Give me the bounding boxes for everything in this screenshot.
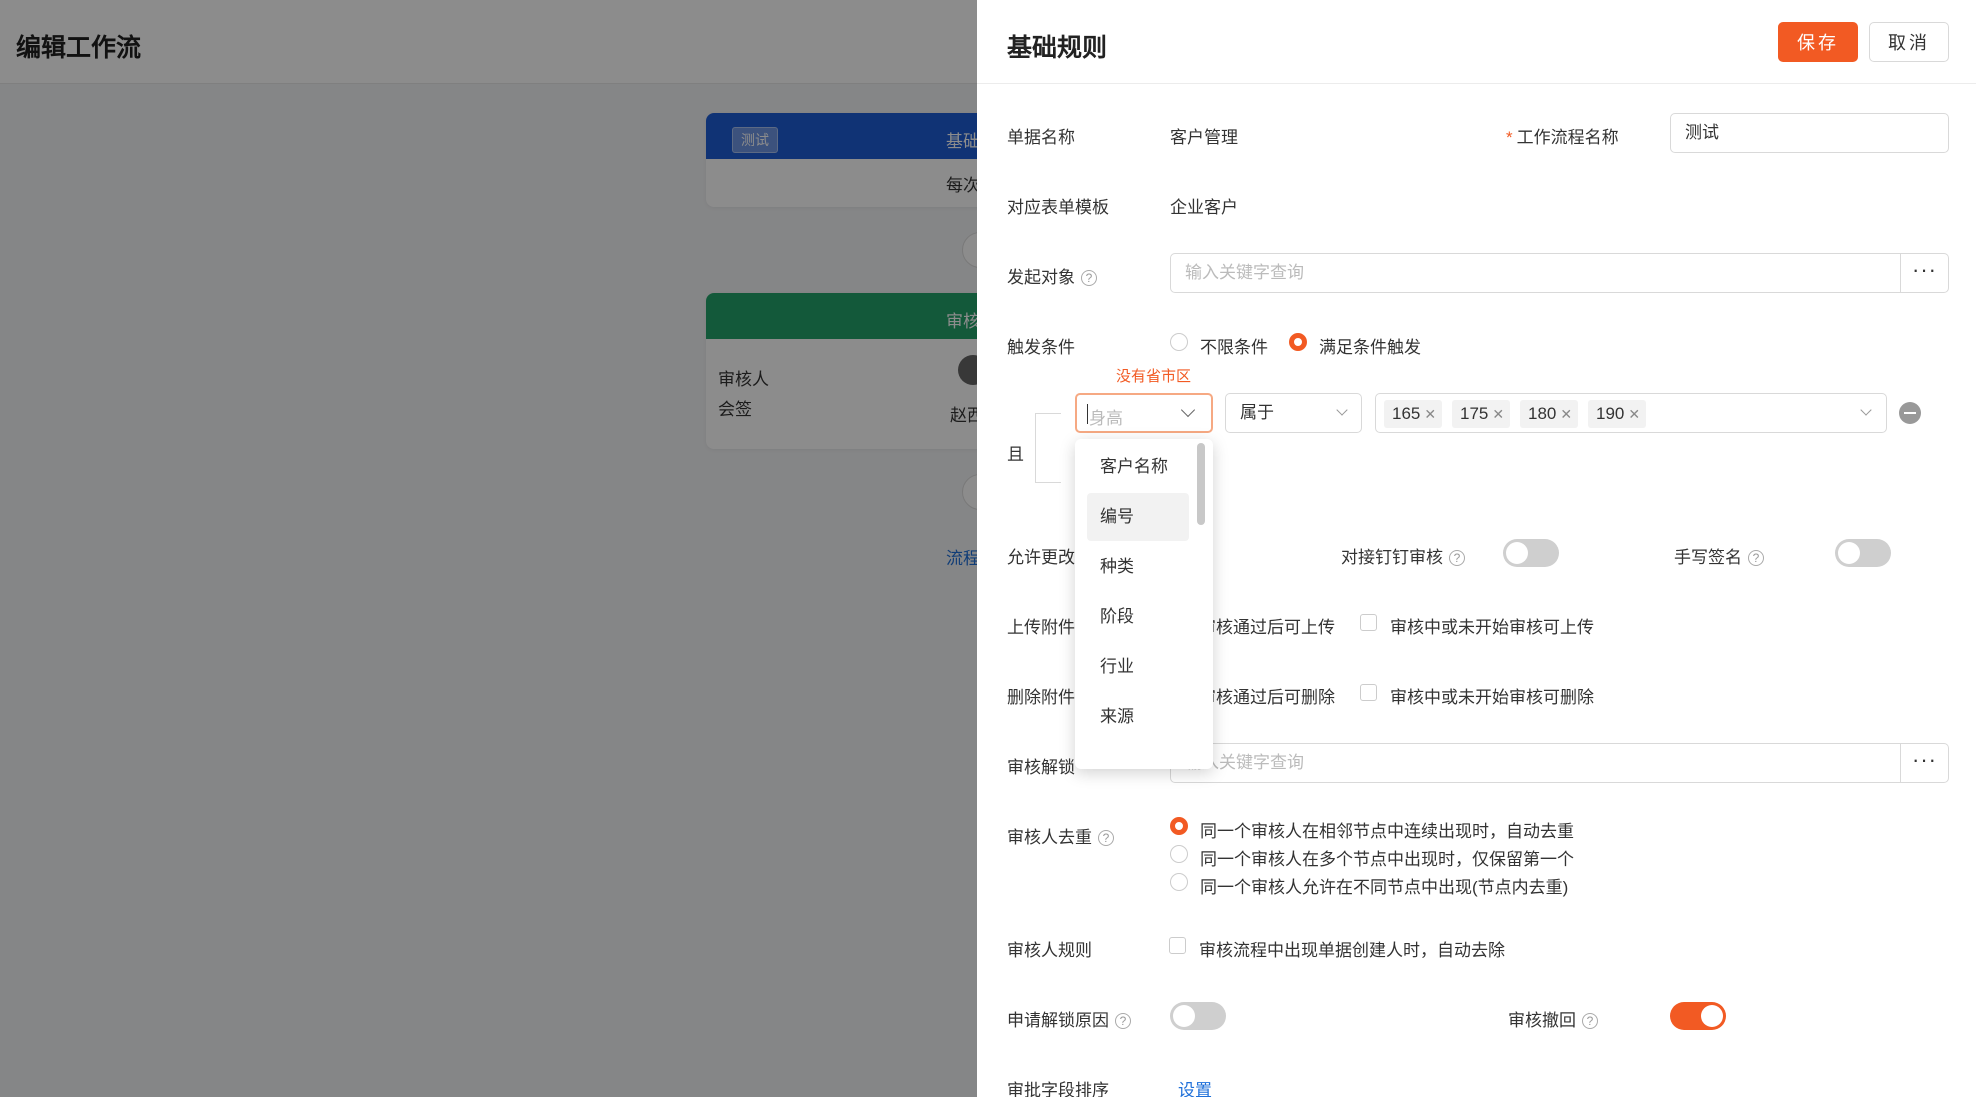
more-options-button[interactable]: ··· — [1901, 253, 1949, 293]
initiator-label: 发起对象? — [1007, 263, 1097, 288]
unlock-input[interactable]: 输入关键字查询 — [1170, 743, 1901, 783]
condition-error: 没有省市区 — [1116, 368, 1192, 385]
initiator-label-text: 发起对象 — [1007, 268, 1075, 287]
trigger-radio-conditional[interactable] — [1289, 333, 1307, 351]
sort-label: 审批字段排序 — [1007, 1081, 1109, 1097]
workflow-name-input[interactable]: 测试 — [1670, 113, 1949, 153]
rule-checkbox[interactable] — [1169, 937, 1186, 954]
workflow-name-label: * 工作流程名称 — [1506, 123, 1619, 148]
help-icon[interactable]: ? — [1449, 550, 1465, 566]
cancel-button[interactable]: 取消 — [1869, 22, 1949, 62]
unlock-reason-label: 申请解锁原因? — [1007, 1006, 1131, 1031]
field-dropdown: 客户名称 编号 种类 阶段 行业 来源 — [1075, 439, 1213, 769]
upload-label: 上传附件 — [1007, 618, 1075, 637]
value-tag[interactable]: 180 ✕ — [1520, 400, 1579, 428]
value-tag[interactable]: 190 ✕ — [1588, 400, 1647, 428]
dingtalk-label: 对接钉钉审核? — [1341, 543, 1465, 568]
dropdown-option[interactable]: 阶段 — [1087, 593, 1189, 641]
unlock-reason-toggle[interactable] — [1170, 1002, 1226, 1030]
handwrite-label-text: 手写签名 — [1674, 548, 1742, 567]
and-bracket — [1035, 413, 1061, 483]
sort-settings-link[interactable]: 设置 — [1178, 1076, 1212, 1097]
revoke-toggle[interactable] — [1670, 1002, 1726, 1030]
delete-option-label: 审核通过后可删除 — [1199, 688, 1335, 707]
text-cursor — [1087, 404, 1088, 424]
value-tag-text: 190 — [1596, 404, 1625, 423]
template-value: 企业客户 — [1170, 198, 1238, 217]
field-placeholder: 身高 — [1089, 409, 1123, 428]
dedupe-radio-adjacent[interactable] — [1170, 817, 1188, 835]
dedupe-radio-within-node[interactable] — [1170, 873, 1188, 891]
drawer-title: 基础规则 — [1007, 34, 1108, 62]
delete-during-review-checkbox[interactable] — [1360, 684, 1377, 701]
delete-option-label: 审核中或未开始审核可删除 — [1390, 688, 1594, 707]
dedupe-option-label: 同一个审核人在相邻节点中连续出现时，自动去重 — [1200, 822, 1574, 841]
save-button[interactable]: 保存 — [1778, 22, 1858, 62]
dingtalk-label-text: 对接钉钉审核 — [1341, 548, 1443, 567]
condition-field-select[interactable]: 身高 — [1075, 393, 1213, 433]
dingtalk-toggle[interactable] — [1503, 539, 1559, 567]
value-tag-text: 180 — [1528, 404, 1557, 423]
dropdown-option[interactable]: 编号 — [1087, 493, 1189, 541]
workflow-name-label-text: 工作流程名称 — [1516, 128, 1619, 147]
dropdown-option[interactable]: 来源 — [1087, 693, 1189, 741]
rule-label: 审核人规则 — [1007, 941, 1092, 960]
dropdown-scrollbar[interactable] — [1197, 443, 1205, 525]
upload-option-label: 审核中或未开始审核可上传 — [1390, 618, 1594, 637]
condition-values-select[interactable]: 165 ✕ 175 ✕ 180 ✕ 190 ✕ — [1375, 393, 1887, 433]
handwrite-toggle[interactable] — [1835, 539, 1891, 567]
form-name-label: 单据名称 — [1007, 128, 1075, 147]
help-icon[interactable]: ? — [1081, 270, 1097, 286]
value-tag[interactable]: 165 ✕ — [1384, 400, 1443, 428]
basic-rules-drawer: 基础规则 保存 取消 单据名称 客户管理 * 工作流程名称 测试 对应表单模板 企… — [977, 0, 1976, 1097]
upload-option-label: 审核通过后可上传 — [1199, 618, 1335, 637]
trigger-radio-unlimited[interactable] — [1170, 333, 1188, 351]
delete-label: 删除附件 — [1007, 688, 1075, 707]
unlock-reason-label-text: 申请解锁原因 — [1007, 1011, 1109, 1030]
allow-change-label: 允许更改 — [1007, 548, 1075, 567]
value-tag[interactable]: 175 ✕ — [1452, 400, 1511, 428]
and-label: 且 — [1007, 445, 1024, 464]
condition-operator-select[interactable]: 属于 — [1225, 393, 1362, 433]
close-icon[interactable]: ✕ — [1424, 406, 1436, 422]
trigger-option-label: 满足条件触发 — [1319, 338, 1421, 357]
dedupe-label: 审核人去重? — [1007, 823, 1114, 848]
template-label: 对应表单模板 — [1007, 198, 1109, 217]
required-mark: * — [1506, 128, 1513, 147]
revoke-label: 审核撤回? — [1508, 1006, 1598, 1031]
value-tag-text: 165 — [1392, 404, 1421, 423]
dedupe-option-label: 同一个审核人在多个节点中出现时，仅保留第一个 — [1200, 850, 1574, 869]
remove-condition-button[interactable] — [1899, 402, 1921, 424]
help-icon[interactable]: ? — [1115, 1013, 1131, 1029]
chevron-down-icon — [1336, 404, 1348, 416]
initiator-input[interactable]: 输入关键字查询 — [1170, 253, 1901, 293]
rule-option-label: 审核流程中出现单据创建人时，自动去除 — [1199, 941, 1505, 960]
unlock-label: 审核解锁 — [1007, 758, 1075, 777]
dropdown-option[interactable]: 行业 — [1087, 643, 1189, 691]
handwrite-label: 手写签名? — [1674, 543, 1764, 568]
upload-during-review-checkbox[interactable] — [1360, 614, 1377, 631]
chevron-down-icon — [1180, 402, 1196, 418]
close-icon[interactable]: ✕ — [1628, 406, 1640, 422]
dedupe-radio-first[interactable] — [1170, 845, 1188, 863]
dedupe-label-text: 审核人去重 — [1007, 828, 1092, 847]
form-name-value: 客户管理 — [1170, 128, 1238, 147]
dropdown-option[interactable]: 客户名称 — [1087, 443, 1189, 491]
help-icon[interactable]: ? — [1098, 830, 1114, 846]
chevron-down-icon — [1860, 404, 1872, 416]
operator-value: 属于 — [1240, 403, 1274, 422]
more-options-button[interactable]: ··· — [1901, 743, 1949, 783]
revoke-label-text: 审核撤回 — [1508, 1011, 1576, 1030]
dropdown-option[interactable]: 种类 — [1087, 543, 1189, 591]
help-icon[interactable]: ? — [1748, 550, 1764, 566]
value-tag-text: 175 — [1460, 404, 1489, 423]
drawer-header: 基础规则 保存 取消 — [977, 0, 1976, 84]
close-icon[interactable]: ✕ — [1492, 406, 1504, 422]
trigger-label: 触发条件 — [1007, 338, 1075, 357]
help-icon[interactable]: ? — [1582, 1013, 1598, 1029]
trigger-option-label: 不限条件 — [1200, 338, 1268, 357]
close-icon[interactable]: ✕ — [1560, 406, 1572, 422]
dedupe-option-label: 同一个审核人允许在不同节点中出现(节点内去重) — [1200, 878, 1569, 897]
